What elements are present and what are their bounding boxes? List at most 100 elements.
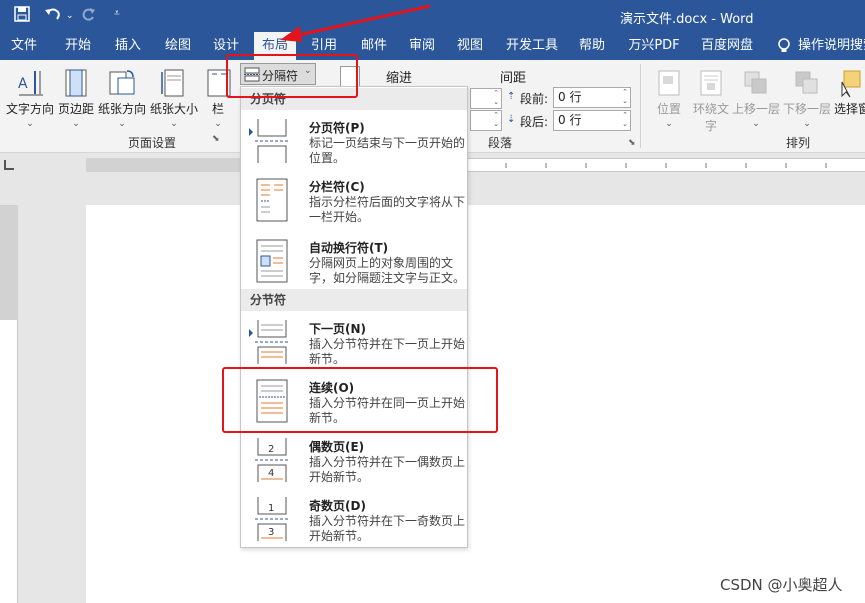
menu-item-description: 插入分节符并在下一奇数页上开始新节。 [309,514,466,543]
space-before-value: 0 行 [558,90,582,104]
chevron-down-icon: ⌄ [72,119,80,129]
indent-right-spinner[interactable]: ⌃ ⌄ [470,110,502,131]
menu-item-column-break[interactable]: 分栏符(C) 指示分栏符后面的文字将从下一栏开始。 [241,173,467,231]
arrange-group-label: 排列 [786,136,811,150]
tab-file[interactable]: 文件 [6,32,42,60]
vertical-ruler-margin [0,205,18,320]
menu-item-text-wrapping-break[interactable]: 自动换行符(T) 分隔网页上的对象周围的文字，如分隔题注文字与正文。 [241,234,467,292]
wrap-text-label-line2: 字 [704,119,717,133]
menu-item-description: 指示分栏符后面的文字将从下一栏开始。 [309,195,466,224]
tab-view[interactable]: 视图 [452,32,488,60]
customize-quick-access-icon[interactable]: ⩡ [114,8,120,19]
bring-forward-button[interactable]: 上移一层 ⌄ [731,68,781,129]
margins-icon [65,69,87,97]
space-before-input[interactable]: 0 行 ⌃ ⌄ [553,87,631,108]
lightbulb-icon[interactable] [774,32,794,60]
menu-item-title: 下一页(N) [309,322,367,336]
space-after-input[interactable]: 0 行 ⌃ ⌄ [553,110,631,131]
text-direction-button[interactable]: A 文字方向 ⌄ [6,68,54,129]
odd-page-icon: 13 [255,497,289,541]
tab-developer[interactable]: 开发工具 [504,32,560,60]
paragraph-group-label: 段落 [488,136,513,150]
menu-item-description: 分隔网页上的对象周围的文字，如分隔题注文字与正文。 [309,256,466,285]
menu-item-description: 插入分节符并在下一偶数页上开始新节。 [309,455,466,484]
tell-me-search[interactable]: 操作说明搜索 [798,32,865,60]
selection-pane-icon [841,70,861,98]
tab-wondershare-pdf[interactable]: 万兴PDF [626,32,682,60]
selection-pane-label: 选择窗 [834,102,865,116]
menu-item-title: 奇数页(D) [309,499,366,513]
watermark-text: CSDN @小奥超人 [720,576,843,594]
orientation-icon [109,70,135,95]
tab-draw[interactable]: 绘图 [160,32,196,60]
orientation-button[interactable]: 纸张方向 ⌄ [98,68,146,129]
selected-indicator-icon [249,128,253,136]
window-title: 演示文件.docx - Word [620,12,754,27]
chevron-down-icon: ⌄ [214,119,222,129]
text-direction-icon: A [18,71,43,96]
chevron-down-icon: ⌄ [665,119,673,129]
tab-baidu-netdisk[interactable]: 百度网盘 [696,32,758,60]
indent-label: 缩进 [386,71,413,86]
position-button[interactable]: 位置 ⌄ [652,68,686,129]
chevron-down-icon: ⌄ [118,119,126,129]
svg-text:4: 4 [268,468,274,479]
wrap-text-icon [700,70,722,96]
spacing-label: 间距 [500,71,527,86]
wrap-text-label: 环绕文 [692,102,729,116]
orientation-label: 纸张方向 [98,102,147,116]
svg-text:3: 3 [268,527,274,538]
menu-item-title: 自动换行符(T) [309,241,389,255]
space-after-value: 0 行 [558,113,582,127]
space-after-icon: ⇣ [507,114,516,125]
position-label: 位置 [656,102,681,116]
send-backward-icon [795,71,818,94]
save-icon[interactable] [14,6,30,26]
margins-button[interactable]: 页边距 ⌄ [58,68,94,129]
send-backward-button[interactable]: 下移一层 ⌄ [782,68,832,129]
redo-icon[interactable] [80,6,96,26]
space-before-label: 段前: [520,92,549,106]
annotation-arrow-icon [280,4,431,42]
margins-label: 页边距 [58,102,95,116]
space-after-label: 段后: [520,115,549,129]
menu-item-odd-page[interactable]: 13 奇数页(D) 插入分节符并在下一奇数页上开始新节。 [241,492,467,550]
dialog-launcher-icon[interactable]: ⬊ [628,138,636,148]
chevron-down-icon: ⌄ [752,119,760,129]
selection-pane-button[interactable]: 选择窗 [834,68,865,117]
page-break-icon [255,119,289,163]
dialog-launcher-icon[interactable]: ⬊ [212,134,220,144]
svg-text:A: A [18,76,28,92]
size-button[interactable]: 纸张大小 ⌄ [150,68,198,129]
page-setup-group-label: 页面设置 [128,136,177,150]
chevron-down-icon: ⌄ [803,119,811,129]
tab-insert[interactable]: 插入 [110,32,146,60]
menu-item-description: 标记一页结束与下一页开始的位置。 [309,136,466,165]
columns-label: 栏 [211,102,224,116]
text-direction-label: 文字方向 [6,102,55,116]
menu-item-even-page[interactable]: 24 偶数页(E) 插入分节符并在下一偶数页上开始新节。 [241,433,467,491]
bring-forward-label: 上移一层 [731,102,780,116]
wrap-text-button[interactable]: 环绕文 字 [690,68,732,134]
column-break-icon [256,178,288,222]
annotation-highlight-breaks [226,54,358,98]
group-divider [640,64,641,148]
tab-home[interactable]: 开始 [60,32,96,60]
menu-item-page-break[interactable]: 分页符(P) 标记一页结束与下一页开始的位置。 [241,114,467,172]
tab-stop-selector-icon[interactable] [4,160,14,170]
menu-item-title: 分页符(P) [309,121,365,135]
even-page-icon: 24 [255,438,289,482]
send-backward-label: 下移一层 [782,102,831,116]
indent-left-spinner[interactable]: ⌃ ⌄ [470,88,502,109]
undo-icon[interactable] [44,6,62,26]
selected-indicator-icon [249,329,253,337]
undo-dropdown-icon[interactable]: ⌄ [66,11,74,21]
menu-item-next-page[interactable]: 下一页(N) 插入分节符并在下一页上开始新节。 [241,315,467,373]
size-label: 纸张大小 [150,102,199,116]
menu-item-title: 偶数页(E) [309,440,365,454]
breaks-dropdown-menu: 分页符 分页符(P) 标记一页结束与下一页开始的位置。 分栏符(C) 指示分栏符… [240,86,468,548]
svg-text:1: 1 [268,503,274,514]
position-icon [658,70,680,96]
section-breaks-header: 分节符 [241,289,467,311]
tab-help[interactable]: 帮助 [574,32,610,60]
